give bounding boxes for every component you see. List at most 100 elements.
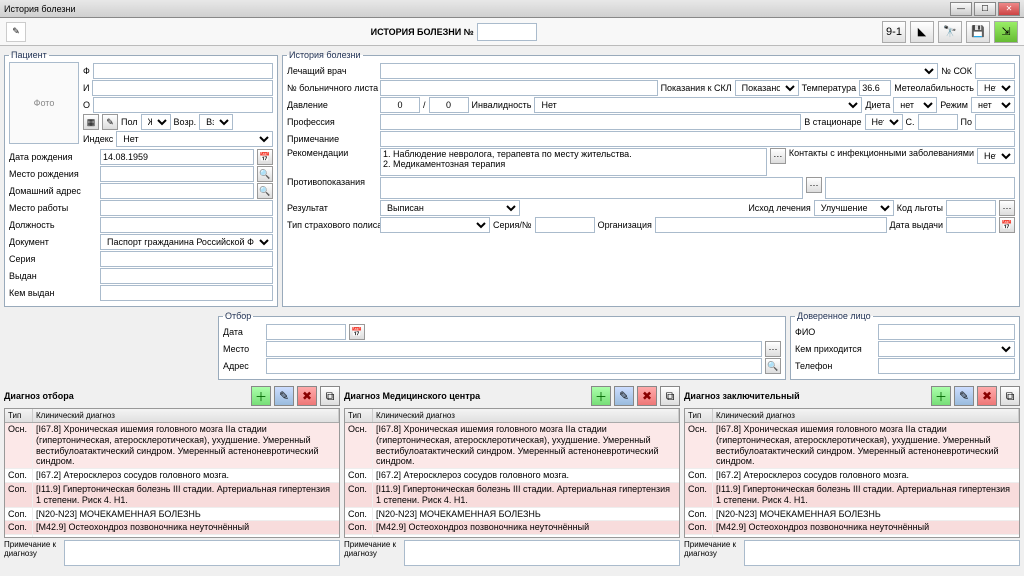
binoculars-button[interactable]: 🔭 [938,21,962,43]
calendar-icon[interactable]: 📅 [257,149,273,165]
lookup-icon[interactable]: 🔍 [765,358,781,374]
table-row[interactable]: Соп.[I67.2] Атеросклероз сосудов головно… [685,469,1019,483]
trustee-tel-input[interactable] [878,358,1015,374]
nsok-input[interactable] [975,63,1015,79]
otbor-date-input[interactable] [266,324,346,340]
name-input[interactable] [92,80,273,96]
patient-photo[interactable]: Фото [9,62,79,144]
org-input[interactable] [655,217,887,233]
diag-table[interactable]: ТипКлинический диагноз Осн.[I67.8] Хрони… [684,408,1020,538]
position-input[interactable] [100,217,273,233]
maximize-button[interactable]: ☐ [974,2,996,16]
issuedate-input[interactable] [946,217,996,233]
diag-note-text[interactable] [64,540,340,566]
diag-note-text[interactable] [404,540,680,566]
insurtype-select[interactable] [380,217,490,233]
regime-select[interactable]: нет [971,97,1015,113]
table-row[interactable]: Соп.[N20-N23] МОЧЕКАМЕННАЯ БОЛЕЗНЬ [345,508,679,522]
diag-table[interactable]: ТипКлинический диагноз Осн.[I67.8] Хрони… [4,408,340,538]
calendar-icon[interactable]: 📅 [999,217,1015,233]
doc-issuedby-input[interactable] [100,285,273,301]
expand-icon[interactable]: ⋯ [806,177,822,193]
lookup-icon[interactable]: ⋯ [765,341,781,357]
benefit-input[interactable] [946,200,996,216]
recommendations-text[interactable] [380,148,767,176]
ruler-button[interactable]: ◣ [910,21,934,43]
skl-select[interactable]: Показано [735,80,799,96]
diet-select[interactable]: нет [893,97,937,113]
index-select[interactable]: Нет [116,131,273,147]
table-row[interactable]: Соп.[N20-N23] МОЧЕКАМЕННАЯ БОЛЕЗНЬ [685,508,1019,522]
table-row[interactable]: Соп.[I11.9] Гипертоническая болезнь III … [685,483,1019,508]
surname-input[interactable] [93,63,273,79]
table-row[interactable]: Соп.[I67.2] Атеросклероз сосудов головно… [5,469,339,483]
table-row[interactable]: Осн.[I67.8] Хроническая ишемия головного… [685,423,1019,469]
card-button[interactable]: 9-1 [882,21,906,43]
copy-button[interactable]: ⧉ [660,386,680,406]
table-row[interactable]: Соп.[I67.2] Атеросклероз сосудов головно… [345,469,679,483]
table-row[interactable]: Соп.[I63.5] Ранний восстановительный пер… [5,535,339,538]
exit-button[interactable]: ⇲ [994,21,1018,43]
pressure-dia-input[interactable] [429,97,469,113]
save-button[interactable]: 💾 [966,21,990,43]
close-button[interactable]: ✕ [998,2,1020,16]
table-row[interactable]: Осн.[I67.8] Хроническая ишемия головного… [5,423,339,469]
lookup-icon[interactable]: 🔍 [257,166,273,182]
table-row[interactable]: Соп.[I63.5] Ранний восстановительный пер… [345,535,679,538]
edit-button[interactable]: ✎ [954,386,974,406]
table-row[interactable]: Соп.[N20-N23] МОЧЕКАМЕННАЯ БОЛЕЗНЬ [5,508,339,522]
edit-icon[interactable]: ✎ [6,22,26,42]
photo-tool-2[interactable]: ✎ [102,114,118,130]
outcome-select[interactable]: Улучшение [814,200,894,216]
copy-button[interactable]: ⧉ [320,386,340,406]
note-input[interactable] [380,131,1015,147]
doc-series-input[interactable] [100,251,273,267]
delete-button[interactable]: ✖ [297,386,317,406]
table-row[interactable]: Соп.[I11.9] Гипертоническая болезнь III … [345,483,679,508]
doc-issued-input[interactable] [100,268,273,284]
patronymic-input[interactable] [93,97,273,113]
history-number-input[interactable] [477,23,537,41]
lookup-icon[interactable]: 🔍 [257,183,273,199]
photo-tool-1[interactable]: ▦ [83,114,99,130]
diag-table[interactable]: ТипКлинический диагноз Осн.[I67.8] Хрони… [344,408,680,538]
age-select[interactable]: Вз [199,114,233,130]
delete-button[interactable]: ✖ [977,386,997,406]
edit-button[interactable]: ✎ [614,386,634,406]
table-row[interactable]: Осн.[I67.8] Хроническая ишемия головного… [345,423,679,469]
profession-input[interactable] [380,114,801,130]
sex-select[interactable]: Ж [141,114,171,130]
table-row[interactable]: Соп.[I63.5] Ранний восстановительный пер… [685,535,1019,538]
delete-button[interactable]: ✖ [637,386,657,406]
add-button[interactable]: ＋ [931,386,951,406]
table-row[interactable]: Соп.[M42.9] Остеохондроз позвоночника не… [685,521,1019,535]
document-select[interactable]: Паспорт гражданина Российской Ф [100,234,273,250]
address-input[interactable] [100,183,254,199]
trustee-rel-select[interactable] [878,341,1015,357]
table-row[interactable]: Соп.[M42.9] Остеохондроз позвоночника не… [345,521,679,535]
infcontact-text[interactable] [825,177,1015,199]
contra-text[interactable] [380,177,803,199]
calendar-icon[interactable]: 📅 [349,324,365,340]
add-button[interactable]: ＋ [591,386,611,406]
pressure-sys-input[interactable] [380,97,420,113]
diag-note-text[interactable] [744,540,1020,566]
infcontact-select[interactable]: Нет [977,148,1015,164]
trustee-fio-input[interactable] [878,324,1015,340]
table-row[interactable]: Соп.[M42.9] Остеохондроз позвоночника не… [5,521,339,535]
dob-input[interactable] [100,149,254,165]
meteo-select[interactable]: Нет [977,80,1015,96]
edit-button[interactable]: ✎ [274,386,294,406]
lookup-icon[interactable]: ⋯ [999,200,1015,216]
otbor-place-input[interactable] [266,341,762,357]
serno-input[interactable] [535,217,595,233]
stac-to-input[interactable] [975,114,1015,130]
otbor-addr-input[interactable] [266,358,762,374]
expand-icon[interactable]: ⋯ [770,148,786,164]
temp-input[interactable] [859,80,891,96]
sicklist-input[interactable] [380,80,658,96]
table-row[interactable]: Соп.[I11.9] Гипертоническая болезнь III … [5,483,339,508]
stac-select[interactable]: Нет [865,114,903,130]
invalid-select[interactable]: Нет [534,97,862,113]
add-button[interactable]: ＋ [251,386,271,406]
